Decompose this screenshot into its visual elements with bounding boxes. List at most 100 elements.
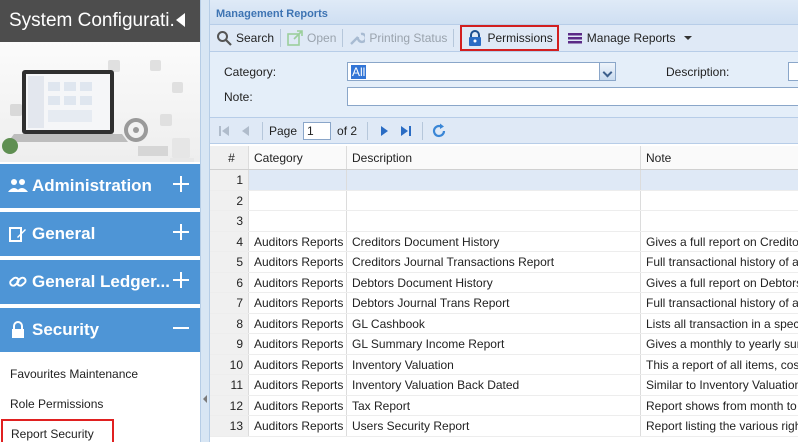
search-button[interactable]: Search xyxy=(212,27,278,49)
sidebar-section-administration[interactable]: Administration xyxy=(0,164,200,208)
filter-panel: Category: All Description: Note: xyxy=(210,52,798,118)
row-number-cell: 3 xyxy=(210,211,249,231)
chevron-down-icon xyxy=(683,36,692,40)
description-cell: Inventory Valuation xyxy=(347,354,641,374)
page-number-input[interactable]: 1 xyxy=(303,121,332,140)
search-icon xyxy=(216,30,232,46)
description-cell xyxy=(347,190,641,210)
row-number-cell: 11 xyxy=(210,375,249,395)
column-header-number[interactable]: # xyxy=(210,146,249,169)
column-header-note[interactable]: Note xyxy=(641,146,798,169)
pager-divider xyxy=(262,121,263,140)
sidebar-section-label: Administration xyxy=(32,176,152,195)
table-row[interactable]: 3 xyxy=(210,211,798,232)
grid-body: 1 2 3 4 Auditors Reports Creditors Document H… xyxy=(210,170,798,437)
refresh-icon[interactable] xyxy=(431,123,447,139)
column-header-category[interactable]: Category xyxy=(249,146,347,169)
padlock-icon xyxy=(467,30,483,46)
category-cell: Auditors Reports xyxy=(249,272,347,292)
note-cell: Gives a full report on Creditors I xyxy=(646,234,798,249)
description-label: Description: xyxy=(666,65,730,79)
description-cell: Users Security Report xyxy=(347,416,641,436)
sidebar-item-report-security[interactable]: Report Security xyxy=(1,419,114,442)
sidebar-splitter[interactable] xyxy=(200,0,210,442)
table-row[interactable]: 10 Auditors Reports Inventory Valuation Thi… xyxy=(210,354,798,375)
category-cell xyxy=(249,190,347,210)
sidebar-section-label: Security xyxy=(32,320,100,339)
category-cell: Auditors Reports xyxy=(249,416,347,436)
row-number-cell: 7 xyxy=(210,293,249,313)
sidebar-section-label: General xyxy=(32,224,96,243)
wrench-icon xyxy=(349,30,368,46)
row-number-cell: 8 xyxy=(210,313,249,333)
first-page-icon[interactable] xyxy=(216,123,232,139)
column-header-description[interactable]: Description xyxy=(347,146,641,169)
table-row[interactable]: 12 Auditors Reports Tax Report Report shows… xyxy=(210,395,798,416)
manage-reports-label: Manage Reports xyxy=(586,31,676,45)
collapse-sidebar-icon[interactable] xyxy=(176,13,185,27)
table-row[interactable]: 13 Auditors Reports Users Security Report R… xyxy=(210,416,798,437)
last-page-icon[interactable] xyxy=(398,123,414,139)
row-number-cell: 6 xyxy=(210,272,249,292)
note-cell xyxy=(641,170,798,190)
description-cell: Creditors Journal Transactions Report xyxy=(347,252,641,272)
grid-header-row: # Category Description Note xyxy=(210,146,798,170)
laptop-illustration xyxy=(0,42,200,162)
toolbar: Search Open Printing Status Permissions xyxy=(210,25,798,52)
next-page-icon[interactable] xyxy=(376,123,392,139)
note-cell: Similar to Inventory Valuation re xyxy=(646,378,798,392)
pager-divider xyxy=(367,121,369,140)
pager-divider xyxy=(422,121,424,140)
chevron-down-icon[interactable] xyxy=(599,63,615,80)
open-button[interactable]: Open xyxy=(283,27,340,49)
description-cell: Creditors Document History xyxy=(347,231,641,251)
category-cell: Auditors Reports xyxy=(249,313,347,333)
previous-page-icon[interactable] xyxy=(238,123,254,139)
category-select[interactable]: All xyxy=(347,62,616,81)
category-cell: Auditors Reports xyxy=(249,252,347,272)
expand-plus-icon[interactable] xyxy=(173,224,189,240)
category-cell: Auditors Reports xyxy=(249,395,347,415)
table-row[interactable]: 6 Auditors Reports Debtors Document Histor… xyxy=(210,272,798,293)
permissions-button[interactable]: Permissions xyxy=(460,25,559,51)
description-input[interactable] xyxy=(788,62,798,81)
category-cell: Auditors Reports xyxy=(249,354,347,374)
description-cell xyxy=(347,211,641,231)
table-row[interactable]: 8 Auditors Reports GL Cashbook Lists all tr… xyxy=(210,313,798,334)
sidebar-header: System Configurati... xyxy=(0,0,200,42)
table-row[interactable]: 1 xyxy=(210,170,798,191)
note-cell xyxy=(641,191,798,211)
category-cell xyxy=(249,211,347,231)
row-number-cell: 12 xyxy=(210,395,249,415)
description-cell: Debtors Journal Trans Report xyxy=(347,293,641,313)
description-cell: Inventory Valuation Back Dated xyxy=(347,375,641,395)
table-row[interactable]: 5 Auditors Reports Creditors Journal Trans… xyxy=(210,252,798,273)
printing-status-button[interactable]: Printing Status xyxy=(345,27,451,49)
sidebar-title: System Configurati... xyxy=(9,10,174,31)
table-row[interactable]: 7 Auditors Reports Debtors Journal Trans R… xyxy=(210,293,798,314)
description-cell: GL Cashbook xyxy=(347,313,641,333)
note-input[interactable] xyxy=(347,87,798,106)
open-label: Open xyxy=(307,31,337,45)
row-number-cell: 2 xyxy=(210,190,249,210)
expand-plus-icon[interactable] xyxy=(173,176,189,192)
collapse-arrow-icon[interactable] xyxy=(203,395,207,403)
table-row[interactable]: 4 Auditors Reports Creditors Document Hist… xyxy=(210,231,798,252)
menu-lines-icon xyxy=(567,30,583,46)
sidebar-section-general[interactable]: General xyxy=(0,212,200,256)
table-row[interactable]: 2 xyxy=(210,190,798,211)
row-number-cell: 13 xyxy=(210,416,249,436)
printing-status-label: Printing Status xyxy=(369,31,448,45)
edit-icon xyxy=(8,224,28,244)
table-row[interactable]: 9 Auditors Reports GL Summary Income Repor… xyxy=(210,334,798,355)
sidebar-section-general-ledger[interactable]: General Ledger... xyxy=(0,260,200,304)
manage-reports-button[interactable]: Manage Reports xyxy=(563,27,696,49)
sidebar-item-role-permissions[interactable]: Role Permissions xyxy=(0,389,200,419)
sidebar-section-security[interactable]: Security xyxy=(0,308,200,352)
collapse-minus-icon[interactable] xyxy=(173,320,189,336)
category-cell: Auditors Reports xyxy=(249,334,347,354)
expand-plus-icon[interactable] xyxy=(173,272,189,288)
table-row[interactable]: 11 Auditors Reports Inventory Valuation Ba… xyxy=(210,375,798,396)
toolbar-divider xyxy=(342,29,344,47)
sidebar-item-favourites-maintenance[interactable]: Favourites Maintenance xyxy=(0,359,200,389)
